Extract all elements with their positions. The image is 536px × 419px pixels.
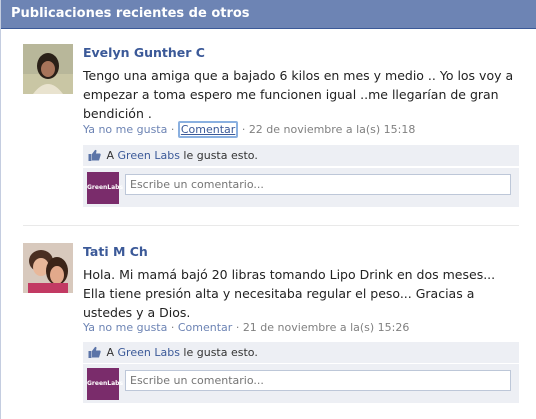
liked-page-link[interactable]: Green Labs xyxy=(118,149,180,162)
comment-input[interactable] xyxy=(125,370,511,391)
unlike-link[interactable]: Ya no me gusta xyxy=(83,123,167,136)
post-meta: Ya no me gusta · Comentar · 22 de noviem… xyxy=(83,121,416,138)
panel-title: Publicaciones recientes de otros xyxy=(11,6,250,21)
post-text: Hola. Mi mamá bajó 20 libras tomando Lip… xyxy=(83,267,496,320)
green-labs-logo: GreenLabs xyxy=(87,368,123,400)
avatar[interactable] xyxy=(23,44,73,94)
avatar[interactable] xyxy=(23,243,73,293)
timestamp[interactable]: 22 de noviembre a la(s) 15:18 xyxy=(249,123,416,136)
unlike-link[interactable]: Ya no me gusta xyxy=(83,321,167,334)
comment-composer: GreenLabs xyxy=(83,167,519,207)
comment-link[interactable]: Comentar xyxy=(178,321,232,334)
thumbs-up-icon xyxy=(88,346,101,358)
woman-photo xyxy=(23,44,73,94)
comment-composer: GreenLabs xyxy=(83,363,519,403)
comment-link[interactable]: Comentar xyxy=(177,121,239,138)
author-name[interactable]: Tati M Ch xyxy=(83,244,148,259)
like-summary: A Green Labs le gusta esto. xyxy=(83,342,519,363)
author-name[interactable]: Evelyn Gunther C xyxy=(83,45,205,60)
post-divider xyxy=(23,225,519,226)
post-meta: Ya no me gusta · Comentar · 21 de noviem… xyxy=(83,321,410,334)
green-labs-logo: GreenLabs xyxy=(87,172,123,204)
liked-page-link[interactable]: Green Labs xyxy=(118,346,180,359)
comment-input[interactable] xyxy=(125,174,511,195)
child-photo xyxy=(23,243,73,293)
recent-posts-panel: Publicaciones recientes de otros Evelyn … xyxy=(0,0,536,419)
panel-header: Publicaciones recientes de otros xyxy=(1,0,536,29)
timestamp[interactable]: 21 de noviembre a la(s) 15:26 xyxy=(243,321,410,334)
like-summary: A Green Labs le gusta esto. xyxy=(83,145,519,166)
thumbs-up-icon xyxy=(88,149,101,161)
post-text: Tengo una amiga que a bajado 6 kilos en … xyxy=(83,68,514,121)
